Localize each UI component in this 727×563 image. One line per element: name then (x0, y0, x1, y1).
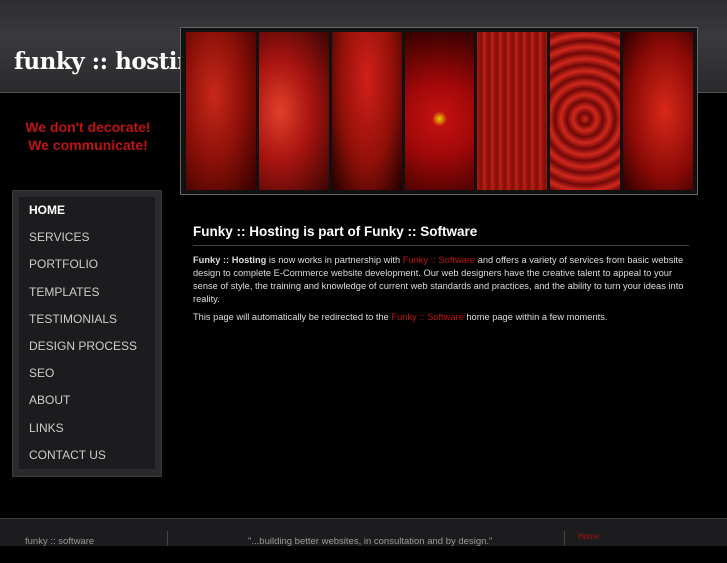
banner-panel-drop (331, 32, 402, 190)
banner-panel-petals (258, 32, 329, 190)
banner-panel-texture (477, 32, 548, 190)
nav-item-design-process[interactable]: DESIGN PROCESS (19, 333, 155, 360)
tagline-line-1: We don't decorate! (25, 119, 151, 135)
funky-software-link[interactable]: Funky :: Software (403, 255, 475, 265)
intro-paragraph: Funky :: Hosting is now works in partner… (193, 254, 689, 306)
main-content: Funky :: Hosting is part of Funky :: Sof… (193, 224, 689, 329)
nav-item-services[interactable]: SERVICES (19, 224, 155, 251)
site-footer: funky :: software "...building better we… (0, 518, 727, 547)
nav-list: HOME SERVICES PORTFOLIO TEMPLATES TESTIMONIA… (19, 197, 155, 469)
footer-divider (167, 531, 168, 546)
redirect-paragraph: This page will automatically be redirect… (193, 311, 689, 324)
nav-item-about[interactable]: ABOUT (19, 387, 155, 414)
tagline-line-2: We communicate! (28, 137, 148, 153)
footer-brand: funky :: software (25, 536, 95, 547)
intro-text-a: is now works in partnership with (266, 255, 403, 265)
redirect-text-b: home page within a few moments. (463, 312, 608, 322)
nav-item-home[interactable]: HOME (19, 197, 155, 224)
header-banner-image (180, 27, 698, 195)
nav-item-portfolio[interactable]: PORTFOLIO (19, 251, 155, 278)
nav-item-testimonials[interactable]: TESTIMONIALS (19, 306, 155, 333)
banner-panel-leaf (186, 32, 256, 190)
nav-item-seo[interactable]: SEO (19, 360, 155, 387)
page-title: Funky :: Hosting is part of Funky :: Sof… (193, 224, 689, 246)
funky-software-redirect-link[interactable]: Funky :: Software (391, 312, 463, 322)
main-navigation: HOME SERVICES PORTFOLIO TEMPLATES TESTIMONIA… (12, 190, 162, 477)
banner-panel-dewdrops (623, 32, 694, 190)
nav-item-links[interactable]: LINKS (19, 415, 155, 442)
redirect-text-a: This page will automatically be redirect… (193, 312, 392, 322)
footer-divider (564, 531, 565, 546)
banner-panel-flower (404, 32, 475, 190)
nav-item-templates[interactable]: TEMPLATES (19, 279, 155, 306)
tagline: We don't decorate! We communicate! (14, 118, 162, 154)
nav-item-contact-us[interactable]: CONTACT US (19, 442, 155, 469)
footer-slogan: "...building better websites, in consult… (248, 536, 493, 547)
brand-name: Funky :: Hosting (193, 255, 267, 265)
banner-panel-rose (550, 32, 621, 190)
footer-home-link[interactable]: Home (578, 532, 599, 559)
